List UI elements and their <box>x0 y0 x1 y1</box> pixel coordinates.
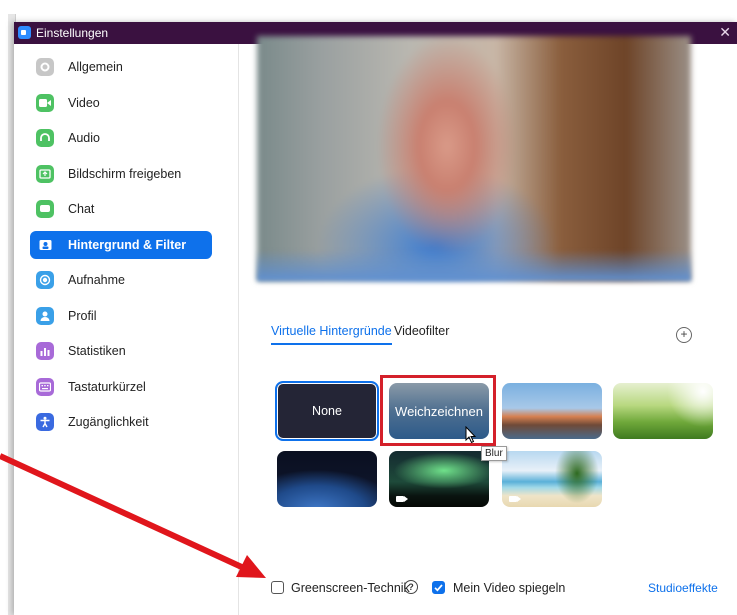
annotation-arrow <box>0 453 266 578</box>
